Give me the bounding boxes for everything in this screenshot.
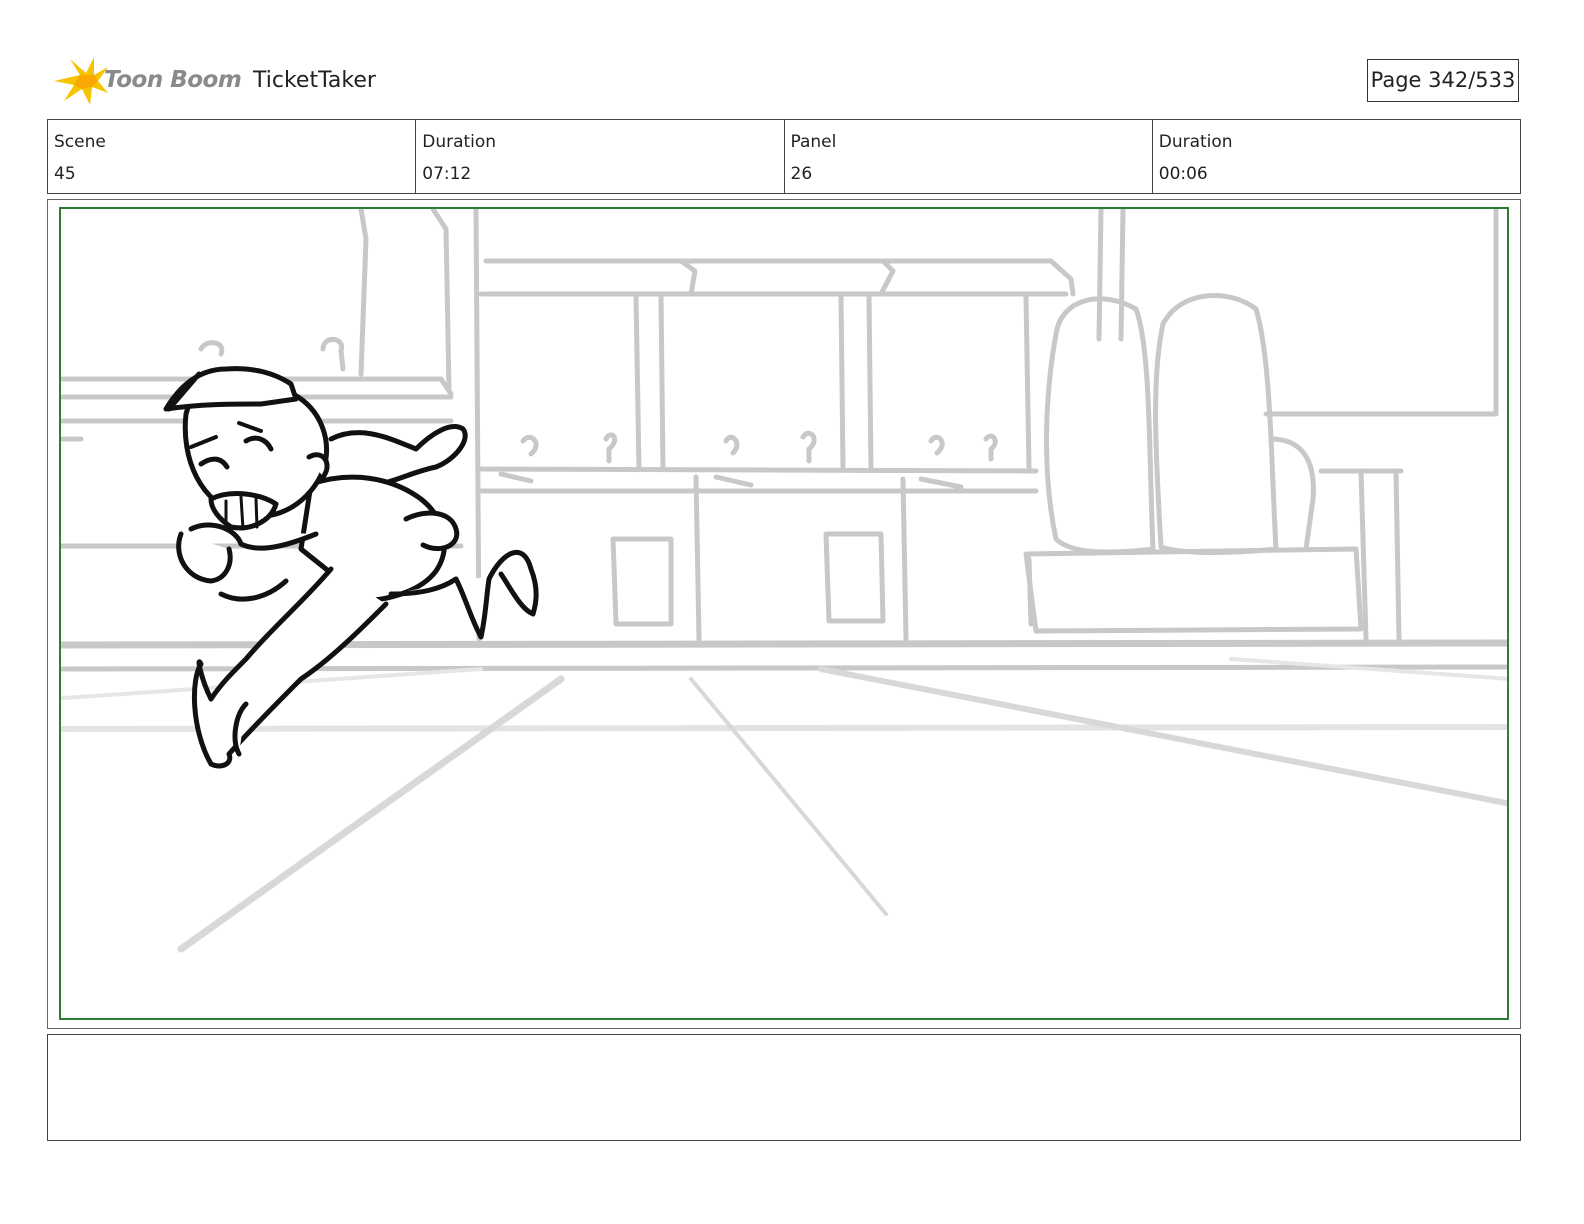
background-sketch — [61, 209, 1507, 953]
scene-cell: Scene 45 — [48, 120, 417, 193]
storyboard-panel-frame — [47, 199, 1521, 1029]
panel-cell: Panel 26 — [785, 120, 1153, 193]
panel-duration-label: Duration — [1158, 132, 1233, 152]
scene-label: Scene — [54, 132, 106, 152]
page-indicator: Page 342/533 — [1367, 59, 1519, 102]
panel-label: Panel — [790, 132, 837, 152]
scene-duration-cell: Duration 07:12 — [416, 120, 785, 193]
storyboard-panel-image — [59, 207, 1509, 1020]
panel-duration-cell: Duration 00:06 — [1153, 120, 1520, 193]
project-title: TicketTaker — [253, 68, 376, 93]
panel-notes-box — [47, 1034, 1521, 1141]
toon-boom-logo: Toon Boom — [50, 55, 242, 109]
panel-info-table: Scene 45 Duration 07:12 Panel 26 Duratio… — [47, 119, 1521, 194]
scene-duration-label: Duration — [422, 132, 497, 152]
panel-value: 26 — [790, 164, 813, 184]
scene-value: 45 — [54, 164, 76, 184]
scene-duration-value: 07:12 — [422, 164, 472, 184]
panel-duration-value: 00:06 — [1158, 164, 1208, 184]
storyboard-sketch — [61, 209, 1507, 953]
starburst-icon — [54, 57, 108, 105]
logo-text: Toon Boom — [104, 67, 242, 93]
